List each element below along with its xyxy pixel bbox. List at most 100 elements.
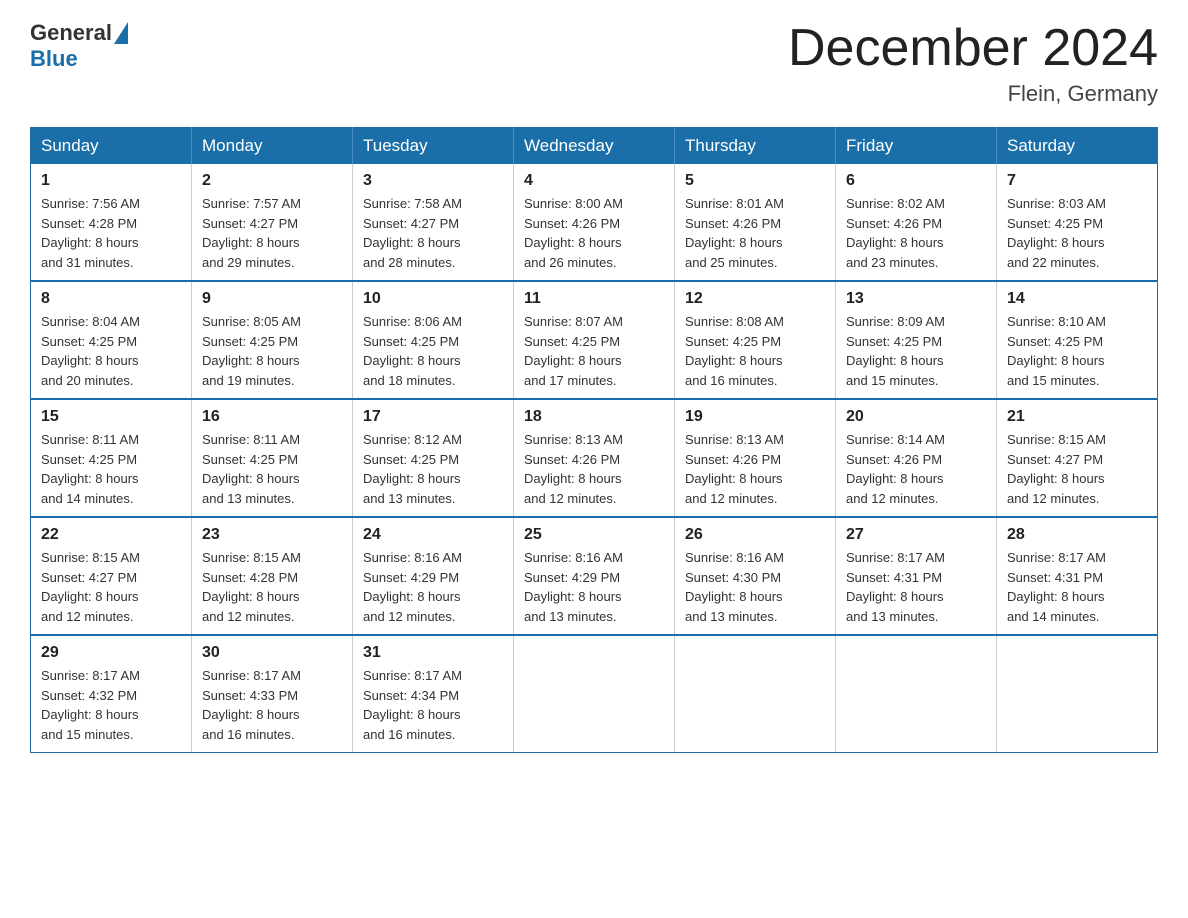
calendar-cell: 27 Sunrise: 8:17 AM Sunset: 4:31 PM Dayl…	[836, 517, 997, 635]
day-info: Sunrise: 8:13 AM Sunset: 4:26 PM Dayligh…	[524, 430, 664, 508]
calendar-week-row: 1 Sunrise: 7:56 AM Sunset: 4:28 PM Dayli…	[31, 164, 1158, 281]
day-info: Sunrise: 8:16 AM Sunset: 4:29 PM Dayligh…	[524, 548, 664, 626]
day-number: 27	[846, 526, 986, 544]
day-info: Sunrise: 8:08 AM Sunset: 4:25 PM Dayligh…	[685, 312, 825, 390]
calendar-cell: 13 Sunrise: 8:09 AM Sunset: 4:25 PM Dayl…	[836, 281, 997, 399]
day-info: Sunrise: 8:05 AM Sunset: 4:25 PM Dayligh…	[202, 312, 342, 390]
column-header-thursday: Thursday	[675, 128, 836, 165]
calendar-cell: 26 Sunrise: 8:16 AM Sunset: 4:30 PM Dayl…	[675, 517, 836, 635]
calendar-cell: 17 Sunrise: 8:12 AM Sunset: 4:25 PM Dayl…	[353, 399, 514, 517]
calendar-cell: 30 Sunrise: 8:17 AM Sunset: 4:33 PM Dayl…	[192, 635, 353, 753]
calendar-cell: 7 Sunrise: 8:03 AM Sunset: 4:25 PM Dayli…	[997, 164, 1158, 281]
calendar-week-row: 8 Sunrise: 8:04 AM Sunset: 4:25 PM Dayli…	[31, 281, 1158, 399]
calendar-cell: 11 Sunrise: 8:07 AM Sunset: 4:25 PM Dayl…	[514, 281, 675, 399]
calendar-cell: 31 Sunrise: 8:17 AM Sunset: 4:34 PM Dayl…	[353, 635, 514, 753]
day-number: 24	[363, 526, 503, 544]
day-number: 4	[524, 172, 664, 190]
day-number: 2	[202, 172, 342, 190]
column-header-tuesday: Tuesday	[353, 128, 514, 165]
calendar-week-row: 22 Sunrise: 8:15 AM Sunset: 4:27 PM Dayl…	[31, 517, 1158, 635]
calendar-cell: 23 Sunrise: 8:15 AM Sunset: 4:28 PM Dayl…	[192, 517, 353, 635]
calendar-cell: 16 Sunrise: 8:11 AM Sunset: 4:25 PM Dayl…	[192, 399, 353, 517]
calendar-cell: 4 Sunrise: 8:00 AM Sunset: 4:26 PM Dayli…	[514, 164, 675, 281]
calendar-cell: 5 Sunrise: 8:01 AM Sunset: 4:26 PM Dayli…	[675, 164, 836, 281]
location: Flein, Germany	[788, 81, 1158, 107]
day-number: 16	[202, 408, 342, 426]
calendar-cell: 12 Sunrise: 8:08 AM Sunset: 4:25 PM Dayl…	[675, 281, 836, 399]
day-info: Sunrise: 8:00 AM Sunset: 4:26 PM Dayligh…	[524, 194, 664, 272]
day-info: Sunrise: 8:17 AM Sunset: 4:31 PM Dayligh…	[1007, 548, 1147, 626]
calendar-table: SundayMondayTuesdayWednesdayThursdayFrid…	[30, 127, 1158, 753]
day-number: 13	[846, 290, 986, 308]
day-number: 26	[685, 526, 825, 544]
day-number: 1	[41, 172, 181, 190]
calendar-cell: 29 Sunrise: 8:17 AM Sunset: 4:32 PM Dayl…	[31, 635, 192, 753]
column-header-monday: Monday	[192, 128, 353, 165]
day-info: Sunrise: 8:17 AM Sunset: 4:31 PM Dayligh…	[846, 548, 986, 626]
day-info: Sunrise: 8:17 AM Sunset: 4:32 PM Dayligh…	[41, 666, 181, 744]
logo-triangle-icon	[114, 22, 128, 44]
day-number: 21	[1007, 408, 1147, 426]
column-header-saturday: Saturday	[997, 128, 1158, 165]
day-number: 8	[41, 290, 181, 308]
day-info: Sunrise: 8:15 AM Sunset: 4:27 PM Dayligh…	[41, 548, 181, 626]
day-number: 28	[1007, 526, 1147, 544]
calendar-cell: 10 Sunrise: 8:06 AM Sunset: 4:25 PM Dayl…	[353, 281, 514, 399]
calendar-cell	[514, 635, 675, 753]
day-number: 11	[524, 290, 664, 308]
logo-blue-text: Blue	[30, 46, 78, 72]
day-number: 9	[202, 290, 342, 308]
calendar-cell	[997, 635, 1158, 753]
day-number: 5	[685, 172, 825, 190]
page-header: General Blue December 2024 Flein, German…	[30, 20, 1158, 107]
day-number: 23	[202, 526, 342, 544]
day-info: Sunrise: 8:15 AM Sunset: 4:28 PM Dayligh…	[202, 548, 342, 626]
day-number: 29	[41, 644, 181, 662]
title-section: December 2024 Flein, Germany	[788, 20, 1158, 107]
calendar-cell: 22 Sunrise: 8:15 AM Sunset: 4:27 PM Dayl…	[31, 517, 192, 635]
calendar-week-row: 29 Sunrise: 8:17 AM Sunset: 4:32 PM Dayl…	[31, 635, 1158, 753]
day-info: Sunrise: 8:03 AM Sunset: 4:25 PM Dayligh…	[1007, 194, 1147, 272]
day-info: Sunrise: 8:02 AM Sunset: 4:26 PM Dayligh…	[846, 194, 986, 272]
day-info: Sunrise: 8:17 AM Sunset: 4:34 PM Dayligh…	[363, 666, 503, 744]
calendar-cell: 25 Sunrise: 8:16 AM Sunset: 4:29 PM Dayl…	[514, 517, 675, 635]
day-number: 14	[1007, 290, 1147, 308]
calendar-cell: 28 Sunrise: 8:17 AM Sunset: 4:31 PM Dayl…	[997, 517, 1158, 635]
calendar-cell: 1 Sunrise: 7:56 AM Sunset: 4:28 PM Dayli…	[31, 164, 192, 281]
day-number: 17	[363, 408, 503, 426]
day-info: Sunrise: 8:10 AM Sunset: 4:25 PM Dayligh…	[1007, 312, 1147, 390]
calendar-cell: 8 Sunrise: 8:04 AM Sunset: 4:25 PM Dayli…	[31, 281, 192, 399]
calendar-cell: 6 Sunrise: 8:02 AM Sunset: 4:26 PM Dayli…	[836, 164, 997, 281]
day-number: 3	[363, 172, 503, 190]
day-number: 15	[41, 408, 181, 426]
day-info: Sunrise: 8:07 AM Sunset: 4:25 PM Dayligh…	[524, 312, 664, 390]
day-number: 12	[685, 290, 825, 308]
calendar-cell: 9 Sunrise: 8:05 AM Sunset: 4:25 PM Dayli…	[192, 281, 353, 399]
day-number: 6	[846, 172, 986, 190]
day-info: Sunrise: 8:13 AM Sunset: 4:26 PM Dayligh…	[685, 430, 825, 508]
calendar-cell: 19 Sunrise: 8:13 AM Sunset: 4:26 PM Dayl…	[675, 399, 836, 517]
day-info: Sunrise: 8:06 AM Sunset: 4:25 PM Dayligh…	[363, 312, 503, 390]
logo-general-text: General	[30, 20, 112, 46]
column-header-friday: Friday	[836, 128, 997, 165]
day-info: Sunrise: 7:57 AM Sunset: 4:27 PM Dayligh…	[202, 194, 342, 272]
calendar-cell: 15 Sunrise: 8:11 AM Sunset: 4:25 PM Dayl…	[31, 399, 192, 517]
day-number: 10	[363, 290, 503, 308]
day-info: Sunrise: 8:12 AM Sunset: 4:25 PM Dayligh…	[363, 430, 503, 508]
day-number: 30	[202, 644, 342, 662]
column-header-sunday: Sunday	[31, 128, 192, 165]
day-number: 20	[846, 408, 986, 426]
day-info: Sunrise: 8:15 AM Sunset: 4:27 PM Dayligh…	[1007, 430, 1147, 508]
month-title: December 2024	[788, 20, 1158, 77]
calendar-cell: 24 Sunrise: 8:16 AM Sunset: 4:29 PM Dayl…	[353, 517, 514, 635]
day-info: Sunrise: 8:09 AM Sunset: 4:25 PM Dayligh…	[846, 312, 986, 390]
day-info: Sunrise: 8:01 AM Sunset: 4:26 PM Dayligh…	[685, 194, 825, 272]
day-number: 31	[363, 644, 503, 662]
calendar-cell: 14 Sunrise: 8:10 AM Sunset: 4:25 PM Dayl…	[997, 281, 1158, 399]
day-number: 19	[685, 408, 825, 426]
day-info: Sunrise: 8:16 AM Sunset: 4:30 PM Dayligh…	[685, 548, 825, 626]
day-info: Sunrise: 8:11 AM Sunset: 4:25 PM Dayligh…	[202, 430, 342, 508]
calendar-week-row: 15 Sunrise: 8:11 AM Sunset: 4:25 PM Dayl…	[31, 399, 1158, 517]
day-info: Sunrise: 8:04 AM Sunset: 4:25 PM Dayligh…	[41, 312, 181, 390]
day-info: Sunrise: 8:17 AM Sunset: 4:33 PM Dayligh…	[202, 666, 342, 744]
